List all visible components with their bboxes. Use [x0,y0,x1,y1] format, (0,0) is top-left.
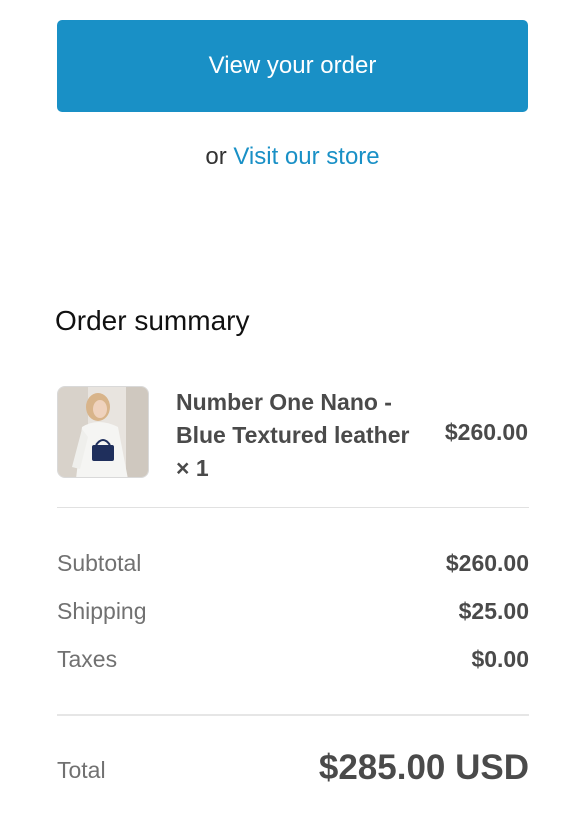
product-price: $260.00 [444,419,528,445]
total-value: $285.00 USD [318,748,529,787]
view-order-button[interactable]: View your order [57,20,528,112]
total-row: Total $285.00 USD [57,748,529,792]
view-order-button-label: View your order [208,52,377,79]
subtotal-value: $260.00 [445,550,529,576]
taxes-value: $0.00 [471,646,529,672]
divider [57,507,529,508]
product-thumbnail [57,386,149,478]
total-label: Total [57,757,106,783]
divider [57,714,529,716]
taxes-row: Taxes $0.00 [57,646,529,676]
product-name: Number One Nano - Blue Textured leather … [176,389,410,481]
subtotal-label: Subtotal [57,550,142,576]
visit-store-link[interactable]: Visit our store [233,143,379,170]
taxes-label: Taxes [57,646,118,672]
shipping-value: $25.00 [458,598,529,624]
order-status-page: View your order or Visit our store Order… [0,0,585,829]
order-summary-title: Order summary [55,305,250,336]
subtotal-row: Subtotal $260.00 [57,550,529,580]
product-image [58,387,148,477]
or-text: or [205,143,227,170]
shipping-row: Shipping $25.00 [57,598,529,628]
store-link-line: or Visit our store [0,143,585,171]
product-line-item: Number One Nano - Blue Textured leather … [57,386,528,481]
shipping-label: Shipping [57,598,147,624]
